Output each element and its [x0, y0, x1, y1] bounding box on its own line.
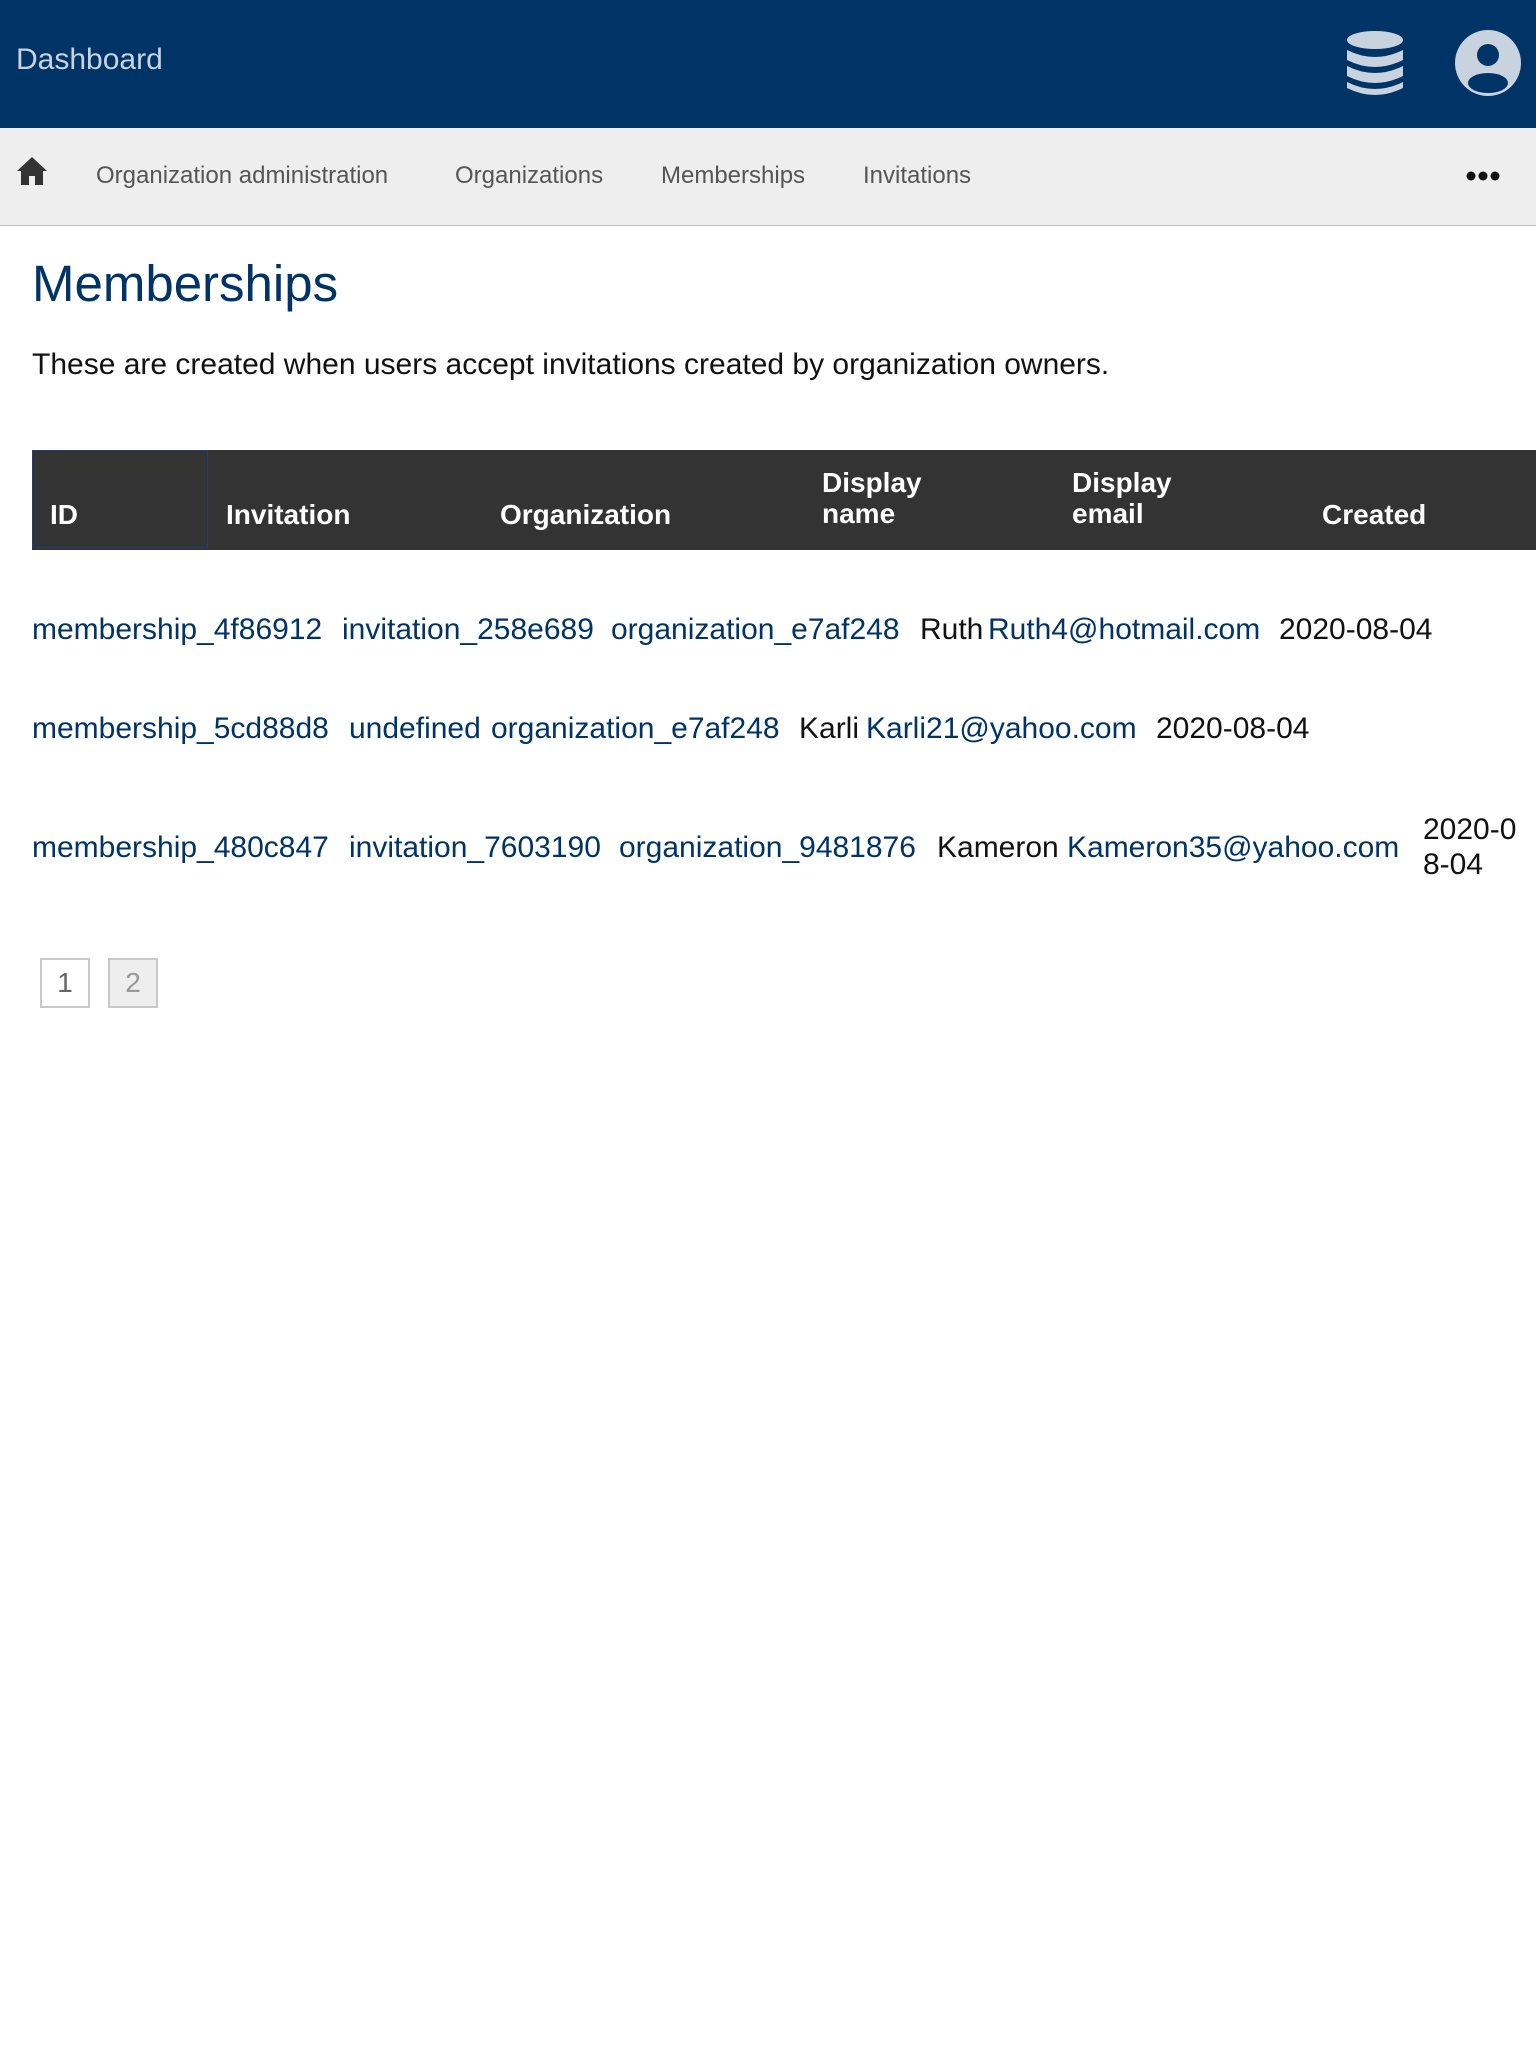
- user-icon[interactable]: [1455, 30, 1521, 96]
- nav-memberships[interactable]: Memberships: [661, 162, 805, 190]
- nav-organization-administration[interactable]: Organization administration: [96, 162, 388, 190]
- row-id-link[interactable]: membership_5cd88d8: [32, 711, 329, 746]
- row-display-email-link[interactable]: Ruth4@hotmail.com: [988, 612, 1260, 647]
- pagination-page-1[interactable]: 1: [40, 958, 90, 1008]
- dashboard-brand-link[interactable]: Dashboard: [16, 43, 163, 77]
- column-header-id[interactable]: ID: [50, 499, 78, 530]
- row-display-name: Karli: [799, 712, 860, 745]
- row-display-email-link[interactable]: Kameron35@yahoo.com: [1067, 830, 1399, 865]
- row-created-date: 2020-08-04: [1279, 613, 1433, 646]
- row-invitation-link[interactable]: invitation_7603190: [349, 830, 601, 865]
- row-display-name: Kameron: [937, 831, 1059, 864]
- row-organization-link[interactable]: organization_e7af248: [611, 612, 900, 647]
- nav-organizations[interactable]: Organizations: [455, 162, 603, 190]
- more-icon[interactable]: [1466, 171, 1500, 181]
- column-header-display-name[interactable]: Display name: [822, 467, 952, 529]
- page-description: These are created when users accept invi…: [32, 348, 1110, 381]
- row-invitation-link[interactable]: undefined: [349, 711, 481, 746]
- pagination-page-2[interactable]: 2: [108, 958, 158, 1008]
- row-invitation-link[interactable]: invitation_258e689: [342, 612, 594, 647]
- home-icon[interactable]: [16, 156, 48, 186]
- row-created-date: 2020-08-04: [1423, 813, 1517, 881]
- row-id-link[interactable]: membership_480c847: [32, 830, 329, 865]
- row-display-email-link[interactable]: Karli21@yahoo.com: [866, 711, 1137, 746]
- top-bar: [0, 0, 1536, 128]
- column-header-display-email[interactable]: Display email: [1072, 467, 1202, 529]
- page-title: Memberships: [32, 255, 339, 312]
- database-icon[interactable]: [1345, 30, 1405, 98]
- row-display-name: Ruth: [920, 613, 984, 646]
- row-organization-link[interactable]: organization_9481876: [619, 830, 916, 865]
- row-organization-link[interactable]: organization_e7af248: [491, 711, 780, 746]
- column-header-invitation[interactable]: Invitation: [226, 499, 350, 530]
- nav-invitations[interactable]: Invitations: [863, 162, 971, 190]
- row-created-date: 2020-08-04: [1156, 712, 1310, 745]
- row-id-link[interactable]: membership_4f86912: [32, 612, 322, 647]
- column-header-created[interactable]: Created: [1322, 499, 1426, 530]
- column-header-organization[interactable]: Organization: [500, 499, 671, 530]
